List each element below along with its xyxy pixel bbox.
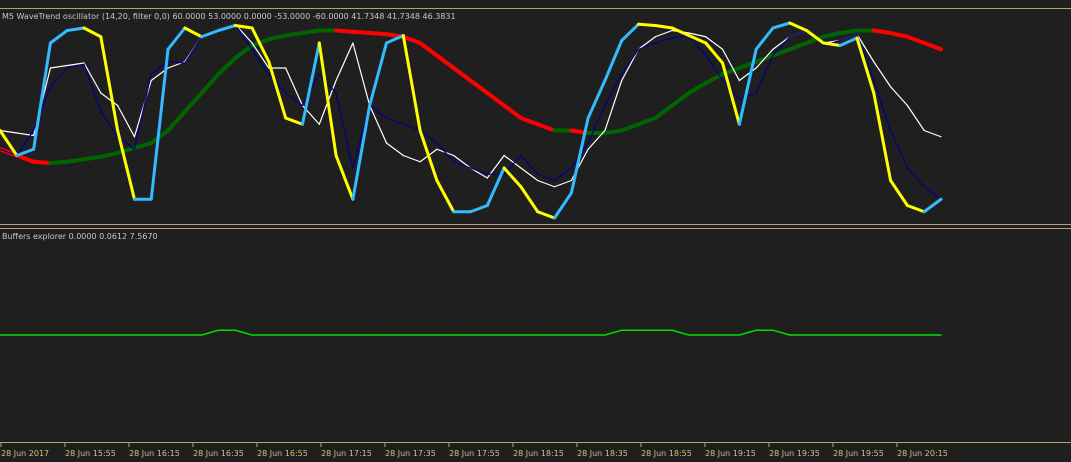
signal-line-segment bbox=[871, 28, 893, 35]
signal-line-segment bbox=[334, 28, 355, 34]
x-tick-label: 28 Jun 18:35 bbox=[577, 449, 628, 458]
x-tick-label: 28 Jun 16:15 bbox=[129, 449, 180, 458]
x-axis: 28 Jun 2017 28 Jun 15:55 28 Jun 16:15 28 Ju… bbox=[0, 443, 948, 458]
signal-line-segment bbox=[300, 28, 322, 35]
x-tick-label: 28 Jun 18:55 bbox=[641, 449, 692, 458]
x-tick-label: 28 Jun 15:55 bbox=[65, 449, 116, 458]
x-tick-label: 28 Jun 17:15 bbox=[321, 449, 372, 458]
x-tick-label: 28 Jun 16:55 bbox=[257, 449, 308, 458]
x-tick-label: 28 Jun 17:35 bbox=[385, 449, 436, 458]
x-tick-label: 28 Jun 16:35 bbox=[193, 449, 244, 458]
signal-line-segment bbox=[31, 159, 53, 165]
x-tick-label: 28 Jun 19:15 bbox=[705, 449, 756, 458]
chart-svg: M5 WaveTrend oscillator (14,20, filter 0… bbox=[0, 0, 1071, 458]
sub-lines bbox=[0, 329, 942, 336]
x-tick-label: 28 Jun 2017 bbox=[1, 449, 49, 458]
x-tick-label: 28 Jun 18:15 bbox=[513, 449, 564, 458]
buffer-line-segment bbox=[772, 329, 791, 336]
buffer-line-segment bbox=[738, 329, 757, 336]
signal-line-segment bbox=[48, 159, 70, 165]
signal-line-segment bbox=[82, 154, 103, 162]
x-tick-label: 28 Jun 19:35 bbox=[769, 449, 820, 458]
signal-line-segment bbox=[283, 31, 305, 38]
x-tick-label: 28 Jun 20:15 bbox=[897, 449, 948, 458]
signal-line-segment bbox=[65, 157, 87, 164]
buffer-line-segment bbox=[671, 329, 690, 336]
signal-line-segment bbox=[367, 31, 389, 37]
signal-line-segment bbox=[602, 128, 624, 135]
buffer-line-segment bbox=[604, 329, 623, 336]
x-tick-label: 28 Jun 19:55 bbox=[833, 449, 884, 458]
oscillator-title: M5 WaveTrend oscillator (14,20, filter 0… bbox=[2, 12, 456, 21]
buffer-line-segment bbox=[200, 329, 220, 336]
buffers-title: Buffers explorer 0.0000 0.0612 7.5670 bbox=[2, 232, 158, 241]
signal-line-segment bbox=[838, 28, 859, 35]
buffer-line-segment bbox=[234, 329, 253, 336]
chart-root: M5 WaveTrend oscillator (14,20, filter 0… bbox=[0, 0, 1071, 462]
signal-line-segment bbox=[350, 29, 372, 35]
x-tick-label: 28 Jun 17:55 bbox=[449, 449, 500, 458]
wave-line-segment bbox=[637, 22, 657, 27]
